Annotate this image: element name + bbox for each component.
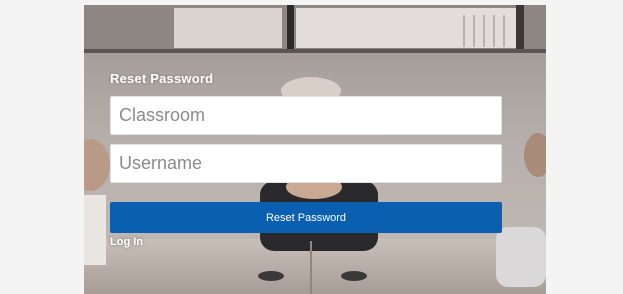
log-in-link[interactable]: Log In: [110, 236, 143, 248]
classroom-input[interactable]: [110, 96, 502, 135]
reset-password-panel: Reset Password Reset Password Log In: [84, 5, 546, 294]
reset-password-button[interactable]: Reset Password: [110, 202, 502, 233]
username-input[interactable]: [110, 144, 502, 183]
page-title: Reset Password: [110, 71, 214, 86]
